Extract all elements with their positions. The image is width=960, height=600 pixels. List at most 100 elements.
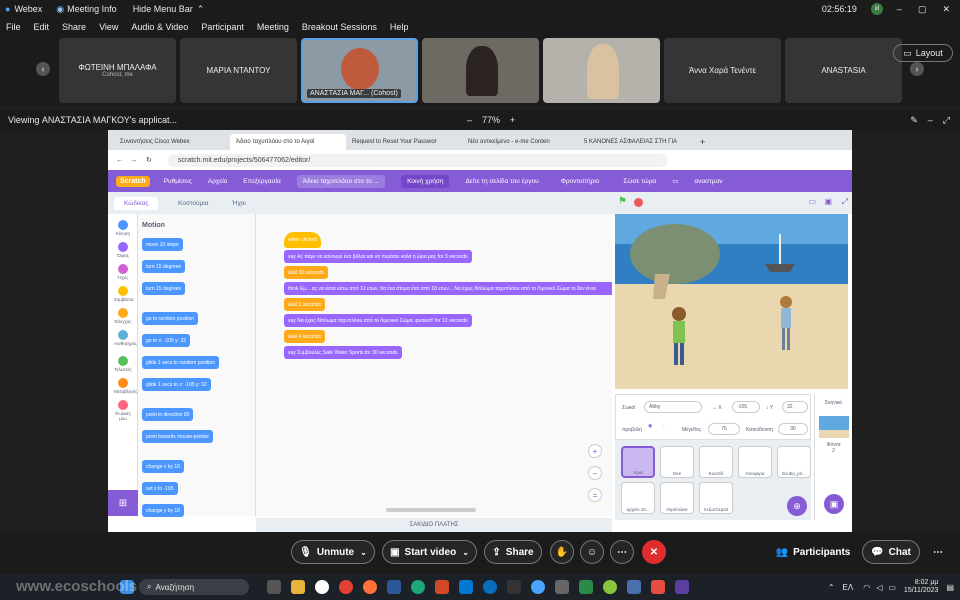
- sprite-name-input[interactable]: Abby: [644, 401, 702, 413]
- maximize-icon[interactable]: ▢: [918, 4, 927, 15]
- app-icon[interactable]: [603, 580, 617, 594]
- tab-sounds[interactable]: Ήχοι: [232, 200, 246, 207]
- script-block[interactable]: say Να έχεις δίπλωμα ταχυπλόου από το Λι…: [284, 314, 472, 327]
- browser-tab[interactable]: 5 ΚΑΝΟΝΕΣ ΑΣΦΑΛΕΙΑΣ ΣΤΗ ΓΙΑ: [578, 134, 694, 150]
- tray-chevron-icon[interactable]: ⌃: [828, 583, 835, 592]
- chat-panel-button[interactable]: 💬 Chat: [862, 540, 920, 564]
- minimize-share-icon[interactable]: –: [928, 115, 933, 125]
- sprite-thumb[interactable]: Λιτοφαρα: [738, 446, 772, 478]
- script-block[interactable]: think Εμ... ας να είσαι κάτω από 12 ετών…: [284, 282, 612, 295]
- user-menu[interactable]: αναστμαν: [694, 178, 722, 185]
- palette-block[interactable]: point in direction 90: [142, 408, 194, 421]
- zoom-in-icon[interactable]: +: [588, 444, 602, 458]
- menu-participant[interactable]: Participant: [201, 22, 244, 32]
- small-stage-icon[interactable]: ▭: [808, 197, 816, 206]
- reload-icon[interactable]: ↻: [146, 156, 152, 164]
- large-stage-icon[interactable]: ▣: [824, 197, 832, 206]
- leave-meeting-button[interactable]: ✕: [642, 540, 666, 564]
- minimize-icon[interactable]: –: [897, 4, 902, 14]
- backpack-bar[interactable]: ΣΑΚΙΔΙΟ ΠΛΑΤΗΣ: [256, 518, 612, 532]
- participant-tile[interactable]: ANASTASIA: [785, 38, 902, 103]
- notifications-icon[interactable]: ▤: [946, 583, 954, 592]
- meeting-info-link[interactable]: Meeting Info: [67, 4, 117, 14]
- start-video-button[interactable]: ▣ Start video ⌄: [382, 540, 477, 564]
- script-block[interactable]: wait 30 seconds: [284, 266, 328, 279]
- chevron-down-icon[interactable]: ⌄: [462, 548, 469, 557]
- more-options-button[interactable]: ⋯: [610, 540, 634, 564]
- stage-canvas[interactable]: [615, 214, 848, 389]
- app-icon[interactable]: [627, 580, 641, 594]
- menu-settings[interactable]: Ρυθμίσεις: [164, 178, 192, 185]
- sprite-thumb[interactable]: Koorzili: [699, 446, 733, 478]
- scratch-logo[interactable]: Scratch: [116, 175, 150, 187]
- forward-icon[interactable]: →: [130, 157, 137, 164]
- category-my-blocks[interactable]: Οι Δικές μου: [114, 400, 132, 421]
- zoom-reset-icon[interactable]: =: [588, 488, 602, 502]
- stop-icon[interactable]: [634, 198, 643, 207]
- sprite-thumb[interactable]: Dee: [660, 446, 694, 478]
- webex-task-icon[interactable]: [531, 580, 545, 594]
- add-sprite-button[interactable]: ⊕: [787, 496, 807, 516]
- category-events[interactable]: Συμβάντα: [114, 286, 134, 302]
- category-control[interactable]: Έλεγχος: [114, 308, 132, 324]
- browser-tab[interactable]: Νέο αντικείμενο - e-me Conten: [462, 134, 578, 150]
- add-extension-button[interactable]: ⊞: [108, 490, 138, 516]
- app-icon[interactable]: [651, 580, 665, 594]
- palette-block[interactable]: turn 15 degrees: [142, 260, 186, 273]
- browser-tab-active[interactable]: Άδειο ταχυπλόου στο το Αιγαί: [230, 134, 346, 150]
- horizontal-scrollbar[interactable]: [386, 508, 476, 512]
- palette-block[interactable]: go to random position: [142, 312, 199, 325]
- dell-support-icon[interactable]: [483, 580, 497, 594]
- category-looks[interactable]: Όψεις: [114, 242, 132, 258]
- meeting-info-icon[interactable]: ◉: [56, 4, 64, 15]
- dell-icon[interactable]: [315, 580, 329, 594]
- firefox-icon[interactable]: [363, 580, 377, 594]
- x-input[interactable]: -105: [732, 401, 760, 413]
- size-input[interactable]: 75: [708, 423, 740, 435]
- participant-tile[interactable]: ΜΑΡΙΑ ΝΤΑΝΤΟΥ: [180, 38, 297, 103]
- direction-input[interactable]: 90: [778, 423, 808, 435]
- file-explorer-icon[interactable]: [291, 580, 305, 594]
- raise-hand-button[interactable]: ✋: [550, 540, 574, 564]
- palette-block[interactable]: change y by 10: [142, 504, 184, 517]
- layout-button[interactable]: ▭ Layout: [893, 44, 953, 62]
- sprite-thumb[interactable]: Λρια: [621, 446, 655, 478]
- app-icon[interactable]: [507, 580, 521, 594]
- palette-block[interactable]: set x to -105: [142, 482, 178, 495]
- taskview-icon[interactable]: [267, 580, 281, 594]
- menu-share[interactable]: Share: [62, 22, 86, 32]
- app-icon[interactable]: [579, 580, 593, 594]
- category-sound[interactable]: Ήχος: [114, 264, 132, 280]
- sprite-thumb[interactable]: Scuba_pri...: [777, 446, 811, 478]
- participant-tile[interactable]: Άννα Χαρά Τενέντε: [664, 38, 781, 103]
- participant-video-tile[interactable]: [422, 38, 539, 103]
- zoom-out-button[interactable]: –: [467, 115, 472, 125]
- chevron-down-icon[interactable]: ⌄: [360, 548, 367, 557]
- sprite-thumb[interactable]: imprimiare: [660, 482, 694, 514]
- tab-costumes[interactable]: Κοστούμια: [178, 200, 208, 207]
- zoom-in-button[interactable]: +: [510, 115, 515, 125]
- y-input[interactable]: 32: [782, 401, 808, 413]
- participant-tile[interactable]: ΦΩΤΕΙΝΗ ΜΠΑΛΑΦΑ Cohost, me: [59, 38, 176, 103]
- menu-edit[interactable]: Edit: [34, 22, 50, 32]
- menu-file[interactable]: File: [6, 22, 21, 32]
- script-block[interactable]: say Ας πάμε να κανουμε ένα βόλτα και να …: [284, 250, 472, 263]
- palette-block[interactable]: point towards mouse-pointer: [142, 430, 214, 443]
- script-area[interactable]: when clicked say Ας πάμε να κανουμε ένα …: [256, 214, 612, 516]
- sprite-thumb[interactable]: πεζωπτερα2: [699, 482, 733, 514]
- menu-view[interactable]: View: [99, 22, 118, 32]
- mail-icon[interactable]: [459, 580, 473, 594]
- taskbar-search[interactable]: ⌕ Αναζήτηση: [139, 579, 249, 595]
- menu-audio-video[interactable]: Audio & Video: [131, 22, 188, 32]
- tab-code[interactable]: Κώδικας: [114, 197, 159, 210]
- palette-block[interactable]: move 10 steps: [142, 238, 183, 251]
- browser-tab[interactable]: Request to Reset Your Passwor: [346, 134, 462, 150]
- menu-edit[interactable]: Επεξεργασία: [243, 178, 280, 185]
- category-sensing[interactable]: Αισθητήρες: [114, 330, 137, 346]
- zoom-out-icon[interactable]: –: [588, 466, 602, 480]
- chrome-icon[interactable]: [339, 580, 353, 594]
- word-icon[interactable]: [387, 580, 401, 594]
- category-operators[interactable]: Τελεστές: [114, 356, 132, 372]
- battery-icon[interactable]: ▭: [888, 583, 896, 592]
- fullscreen-stage-icon[interactable]: ⤢: [842, 197, 848, 207]
